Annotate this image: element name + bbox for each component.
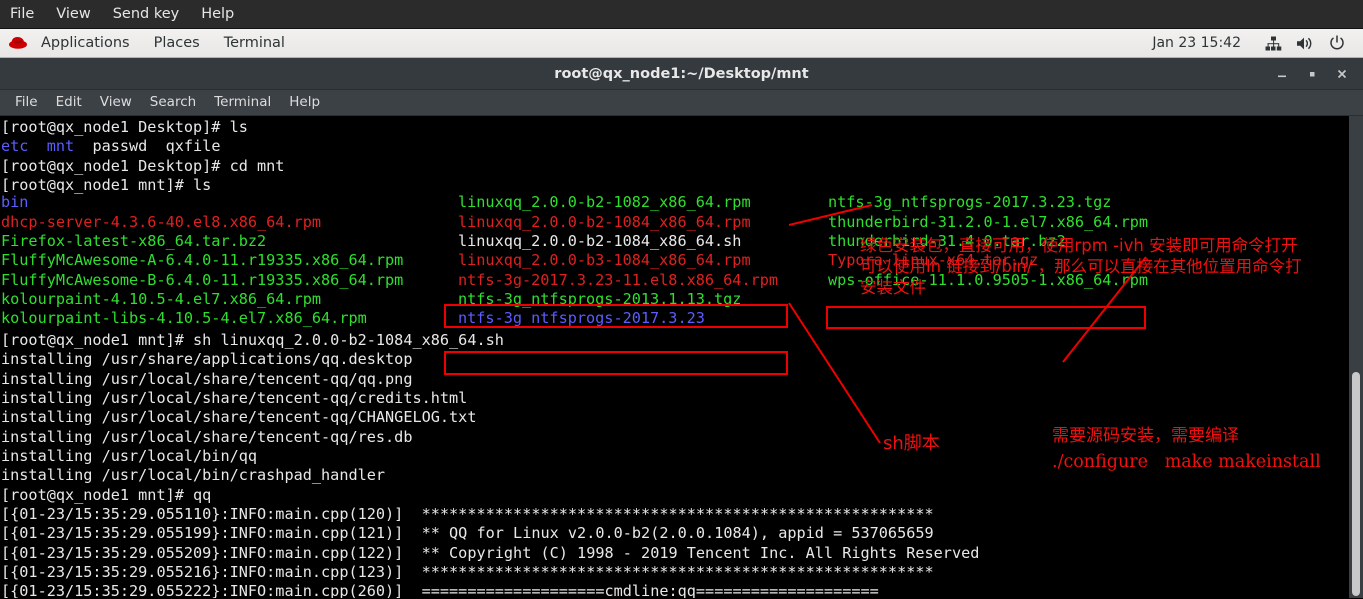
annotation-source-install-line1: 需要源码安装，需要编译: [1052, 426, 1239, 446]
terminal-title: root@qx_node1:~/Desktop/mnt: [554, 65, 809, 82]
terminal-menubar: File Edit View Search Terminal Help: [0, 90, 1363, 116]
terminal-line: etc mnt passwd qxfile: [1, 137, 284, 156]
power-icon[interactable]: [1327, 33, 1347, 53]
terminal-output-line: installing /usr/local/share/tencent-qq/c…: [1, 389, 468, 408]
gnome-applications-menu[interactable]: Applications: [29, 29, 142, 57]
terminal-output-line: installing /usr/local/bin/qq: [1, 447, 258, 466]
terminal-line: [root@qx_node1 Desktop]# cd mnt: [1, 157, 284, 176]
gnome-panel: Applications Places Terminal Jan 23 15:4…: [0, 29, 1363, 58]
terminal-output-line: [{01-23/15:35:29.055209}:INFO:main.cpp(1…: [1, 543, 980, 562]
network-icon[interactable]: [1263, 33, 1283, 53]
panel-clock[interactable]: Jan 23 15:42: [1152, 35, 1241, 51]
terminal-line: [root@qx_node1 Desktop]# ls: [1, 118, 284, 137]
terminal-scrollbar-thumb[interactable]: [1352, 372, 1360, 596]
terminal-output-line: installing /usr/local/share/tencent-qq/C…: [1, 408, 477, 427]
redhat-logo: [8, 35, 28, 51]
terminal-output-line: [{01-23/15:35:29.055110}:INFO:main.cpp(1…: [1, 505, 934, 524]
ls-entry: linuxqq_2.0.0-b3-1084_x86_64.rpm: [458, 251, 751, 270]
terminal-window: root@qx_node1:~/Desktop/mnt File Edit Vi…: [0, 58, 1363, 599]
terminal-text-span: [root@qx_node1 Desktop]# cd mnt: [1, 156, 285, 175]
screen: File View Send key Help Applications Pla…: [0, 0, 1363, 599]
annotation-source-install-line2: ./configure make makeinstall: [1052, 452, 1321, 472]
ls-entry: ntfs-3g-2017.3.23-11.el8.x86_64.rpm: [458, 270, 779, 289]
terminal-titlebar[interactable]: root@qx_node1:~/Desktop/mnt: [0, 58, 1363, 90]
vm-menu-file[interactable]: File: [0, 0, 45, 28]
terminal-menu-search[interactable]: Search: [141, 90, 205, 115]
gnome-terminal-menu[interactable]: Terminal: [212, 29, 297, 57]
terminal-output-block: [root@qx_node1 mnt]# sh linuxqq_2.0.0-b2…: [0, 329, 979, 598]
vm-menu-view[interactable]: View: [45, 0, 101, 28]
terminal-text-span: passwd qxfile: [74, 137, 221, 156]
terminal-output-line: installing /usr/local/share/tencent-qq/r…: [1, 427, 413, 446]
vm-menubar: File View Send key Help: [0, 0, 1363, 29]
ls-column-3: ntfs-3g_ntfsprogs-2017.3.23.tgz thunderbi…: [828, 193, 1148, 290]
ls-entry: wps-office-11.1.0.9505-1.x86_64.rpm: [828, 270, 1149, 289]
terminal-output-line: [root@qx_node1 mnt]# sh linuxqq_2.0.0-b2…: [1, 331, 504, 349]
terminal-output-line: installing /usr/share/applications/qq.de…: [1, 350, 413, 369]
vm-menu-send-key[interactable]: Send key: [102, 0, 191, 28]
ls-entry: ntfs-3g_ntfsprogs-2017.3.23: [458, 309, 705, 328]
terminal-output-line: [{01-23/15:35:29.055222}:INFO:main.cpp(2…: [1, 582, 879, 598]
ls-entry: linuxqq_2.0.0-b2-1084_x86_64.rpm: [458, 212, 751, 231]
ls-entry: FluffyMcAwesome-A-6.4.0-11.r19335.x86_64…: [1, 251, 404, 270]
ls-column-1: bin dhcp-server-4.3.6-40.el8.x86_64.rpm Fi…: [1, 193, 403, 328]
ls-entry: kolourpaint-libs-4.10.5-4.el7.x86_64.rpm: [1, 309, 367, 328]
terminal-output-line: [root@qx_node1 mnt]# qq: [1, 485, 212, 504]
terminal-text-span: [root@qx_node1 mnt]# ls: [1, 176, 212, 195]
maximize-button[interactable]: [1297, 59, 1327, 89]
highlight-box-ntfsprogs-tgz: [826, 306, 1146, 329]
terminal-output-line: [{01-23/15:35:29.055216}:INFO:main.cpp(1…: [1, 563, 934, 582]
terminal-menu-terminal[interactable]: Terminal: [205, 90, 280, 115]
terminal-text-span: [28, 137, 46, 155]
ls-entry: kolourpaint-4.10.5-4.el7.x86_64.rpm: [1, 290, 322, 309]
terminal-text-span: etc: [1, 137, 29, 156]
terminal-output-line: [{01-23/15:35:29.055199}:INFO:main.cpp(1…: [1, 524, 934, 543]
terminal-menu-edit[interactable]: Edit: [47, 90, 91, 115]
gnome-panel-tray: Jan 23 15:42: [1152, 33, 1363, 53]
terminal-output-line: installing /usr/local/share/tencent-qq/q…: [1, 369, 413, 388]
ls-entry: FluffyMcAwesome-B-6.4.0-11.r19335.x86_64…: [1, 270, 404, 289]
close-button[interactable]: [1327, 59, 1357, 89]
terminal-menu-help[interactable]: Help: [280, 90, 329, 115]
ls-entry: thunderbird-31.4.0.tar.bz2: [828, 232, 1066, 251]
ls-column-2: linuxqq_2.0.0-b2-1082_x86_64.rpm linuxqq_…: [458, 193, 778, 328]
ls-entry: ntfs-3g_ntfsprogs-2017.3.23.tgz: [828, 193, 1112, 212]
ls-entry: Firefox-latest-x86_64.tar.bz2: [1, 232, 267, 251]
terminal-text-span: [root@qx_node1 Desktop]# ls: [1, 118, 248, 136]
gnome-places-menu[interactable]: Places: [142, 29, 212, 57]
ls-entry: ntfs-3g_ntfsprogs-2013.1.13.tgz: [458, 290, 742, 309]
window-buttons: [1267, 58, 1357, 90]
ls-entry: thunderbird-31.2.0-1.el7.x86_64.rpm: [828, 212, 1149, 231]
terminal-menu-view[interactable]: View: [91, 90, 141, 115]
terminal-text-span: mnt: [46, 137, 75, 156]
terminal-prompt-block: [root@qx_node1 Desktop]# ls etc mnt passw…: [0, 116, 284, 195]
volume-icon[interactable]: [1295, 33, 1315, 53]
terminal-scrollbar[interactable]: [1349, 116, 1363, 598]
ls-entry: Typora-linux-x64.tar.gz: [828, 251, 1039, 270]
ls-entry: linuxqq_2.0.0-b2-1082_x86_64.rpm: [458, 193, 751, 212]
ls-entry: dhcp-server-4.3.6-40.el8.x86_64.rpm: [1, 212, 322, 231]
terminal-output-line: installing /usr/local/bin/crashpad_handl…: [1, 466, 386, 485]
minimize-button[interactable]: [1267, 59, 1297, 89]
terminal-menu-file[interactable]: File: [6, 90, 47, 115]
vm-menu-help[interactable]: Help: [190, 0, 245, 28]
terminal-body[interactable]: [root@qx_node1 Desktop]# ls etc mnt passw…: [0, 116, 1363, 598]
ls-entry: bin: [1, 193, 29, 212]
ls-entry: linuxqq_2.0.0-b2-1084_x86_64.sh: [458, 232, 742, 251]
